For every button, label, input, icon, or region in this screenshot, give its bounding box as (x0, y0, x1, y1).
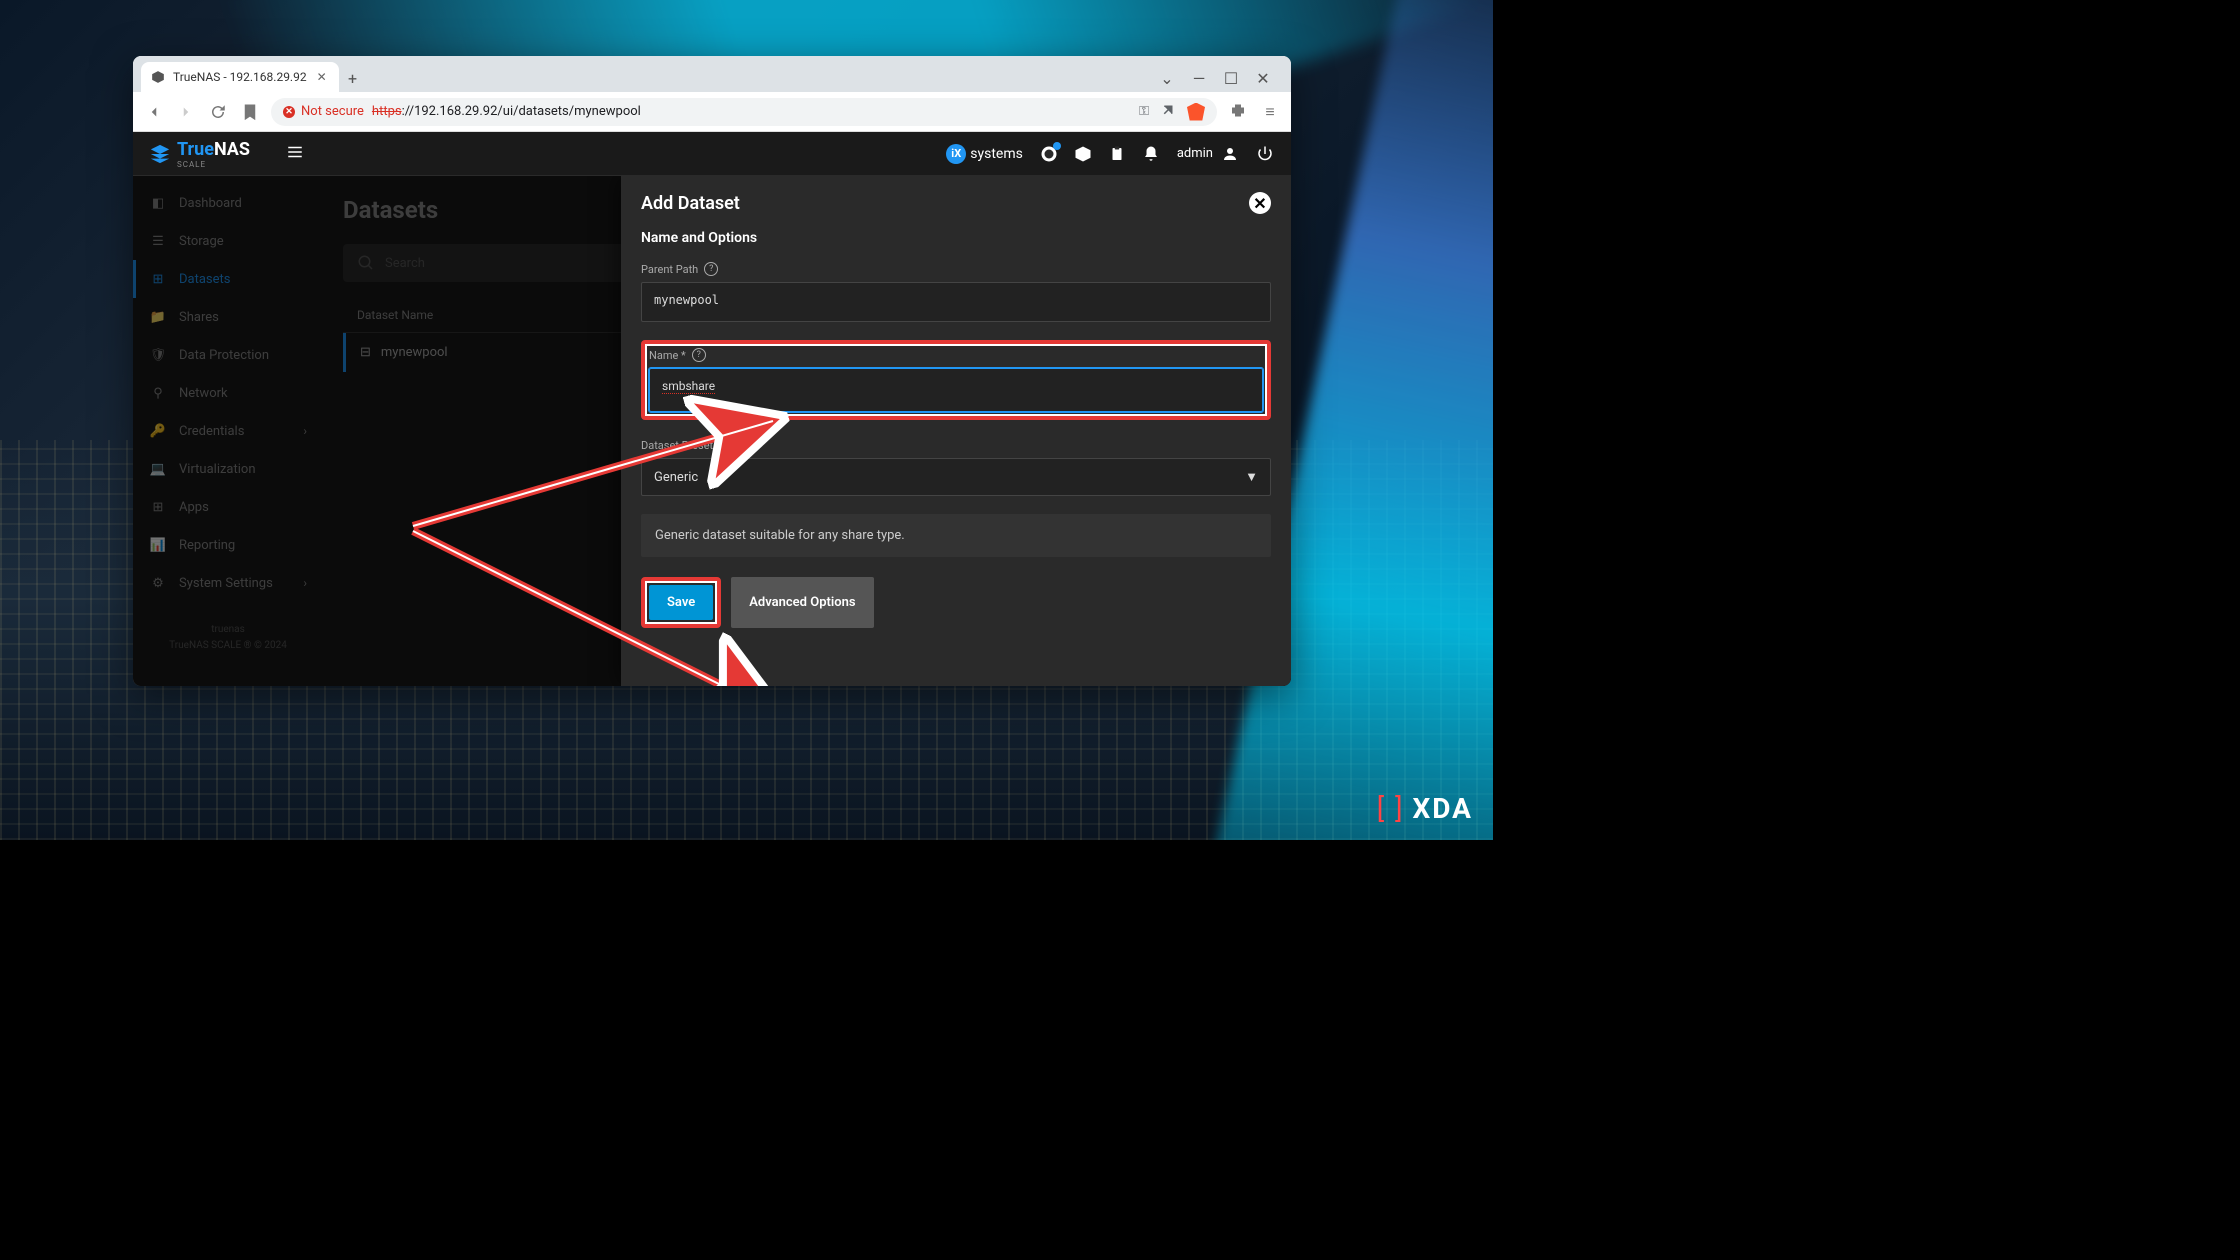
dataset-name-input[interactable]: smbshare (649, 368, 1263, 412)
clipboard-icon[interactable] (1107, 144, 1127, 164)
add-dataset-panel: Add Dataset ✕ Name and Options Parent Pa… (621, 176, 1291, 686)
truenas-logo[interactable]: TrueNAS SCALE (149, 139, 250, 169)
chevron-down-icon[interactable]: ⌄ (1153, 64, 1181, 92)
sidebar-item-shares[interactable]: 📁Shares (133, 298, 323, 336)
password-key-icon[interactable]: ⚿ (1139, 104, 1149, 119)
url-input[interactable]: ✕ Not secure https://192.168.29.92/ui/da… (271, 98, 1217, 126)
sidebar-item-system-settings[interactable]: ⚙System Settings› (133, 564, 323, 602)
cube-icon[interactable] (1073, 144, 1093, 164)
extensions-icon[interactable] (1227, 101, 1249, 123)
annotation-highlight-name: Name * ? smbshare (641, 340, 1271, 420)
help-icon[interactable]: ? (727, 438, 741, 452)
xda-watermark: [ ] XDA (1377, 792, 1473, 825)
brave-shield-icon[interactable] (1187, 103, 1205, 121)
sidebar-item-credentials[interactable]: 🔑Credentials› (133, 412, 323, 450)
help-icon[interactable]: ? (704, 262, 718, 276)
sidebar-item-storage[interactable]: ☰Storage (133, 222, 323, 260)
sidebar-item-reporting[interactable]: 📊Reporting (133, 526, 323, 564)
warning-icon: ✕ (283, 106, 295, 118)
power-icon[interactable] (1255, 144, 1275, 164)
new-tab-button[interactable]: + (339, 64, 367, 92)
window-minimize-button[interactable]: — (1185, 64, 1213, 92)
parent-path-field: Parent Path ? mynewpool (641, 262, 1271, 322)
browser-window: TrueNAS - 192.168.29.92 ✕ + ⌄ — ☐ ✕ ✕ No (133, 56, 1291, 686)
save-button[interactable]: Save (649, 585, 713, 620)
dataset-preset-select[interactable]: Generic ▼ (641, 458, 1271, 496)
nav-forward-button[interactable] (175, 101, 197, 123)
sidebar-item-dashboard[interactable]: ◧Dashboard (133, 184, 323, 222)
security-indicator[interactable]: ✕ Not secure (283, 104, 364, 119)
sidebar-item-datasets[interactable]: ⊞Datasets (133, 260, 323, 298)
bookmark-icon[interactable] (239, 101, 261, 123)
tab-title: TrueNAS - 192.168.29.92 (173, 70, 307, 84)
truenas-logo-icon (149, 143, 171, 165)
sidebar-footer: truenas TrueNAS SCALE ® © 2024 (133, 622, 323, 654)
sidebar-toggle-button[interactable] (286, 143, 310, 165)
nav-sidebar: ◧Dashboard ☰Storage ⊞Datasets 📁Shares 🛡D… (133, 176, 323, 686)
window-maximize-button[interactable]: ☐ (1217, 64, 1245, 92)
annotation-highlight-save: Save (641, 577, 721, 628)
user-avatar-icon (1221, 145, 1239, 163)
parent-path-value: mynewpool (641, 282, 1271, 322)
advanced-options-button[interactable]: Advanced Options (731, 577, 873, 628)
ix-badge-icon: iX (946, 144, 966, 164)
nav-back-button[interactable] (143, 101, 165, 123)
truenas-favicon-icon (151, 70, 165, 84)
truenas-app: TrueNAS SCALE iX systems (133, 132, 1291, 686)
bell-icon[interactable] (1141, 144, 1161, 164)
help-icon[interactable]: ? (692, 348, 706, 362)
window-close-button[interactable]: ✕ (1249, 64, 1277, 92)
panel-title: Add Dataset (641, 193, 740, 214)
browser-tab-bar: TrueNAS - 192.168.29.92 ✕ + ⌄ — ☐ ✕ (133, 56, 1291, 92)
browser-address-bar: ✕ Not secure https://192.168.29.92/ui/da… (133, 92, 1291, 132)
sidebar-item-virtualization[interactable]: 💻Virtualization (133, 450, 323, 488)
dataset-preset-field: Dataset Preset * ? Generic ▼ (641, 438, 1271, 496)
url-text: https://192.168.29.92/ui/datasets/mynewp… (372, 104, 641, 119)
sidebar-item-network[interactable]: ⚲Network (133, 374, 323, 412)
user-menu[interactable]: admin (1177, 145, 1239, 163)
status-icon[interactable] (1039, 144, 1059, 164)
nav-reload-button[interactable] (207, 101, 229, 123)
panel-close-button[interactable]: ✕ (1249, 192, 1271, 214)
chevron-down-icon: ▼ (1245, 469, 1258, 485)
browser-tab[interactable]: TrueNAS - 192.168.29.92 ✕ (141, 62, 339, 92)
preset-description: Generic dataset suitable for any share t… (641, 514, 1271, 557)
search-icon (357, 254, 375, 272)
browser-menu-icon[interactable]: ≡ (1259, 101, 1281, 123)
sidebar-item-data-protection[interactable]: 🛡Data Protection (133, 336, 323, 374)
app-header: TrueNAS SCALE iX systems (133, 132, 1291, 176)
ixsystems-logo[interactable]: iX systems (946, 144, 1023, 164)
tab-close-icon[interactable]: ✕ (315, 70, 329, 84)
dataset-tree-icon: ⊟ (360, 345, 371, 360)
share-icon[interactable] (1159, 101, 1177, 123)
sidebar-item-apps[interactable]: ⊞Apps (133, 488, 323, 526)
section-title: Name and Options (641, 230, 1271, 246)
